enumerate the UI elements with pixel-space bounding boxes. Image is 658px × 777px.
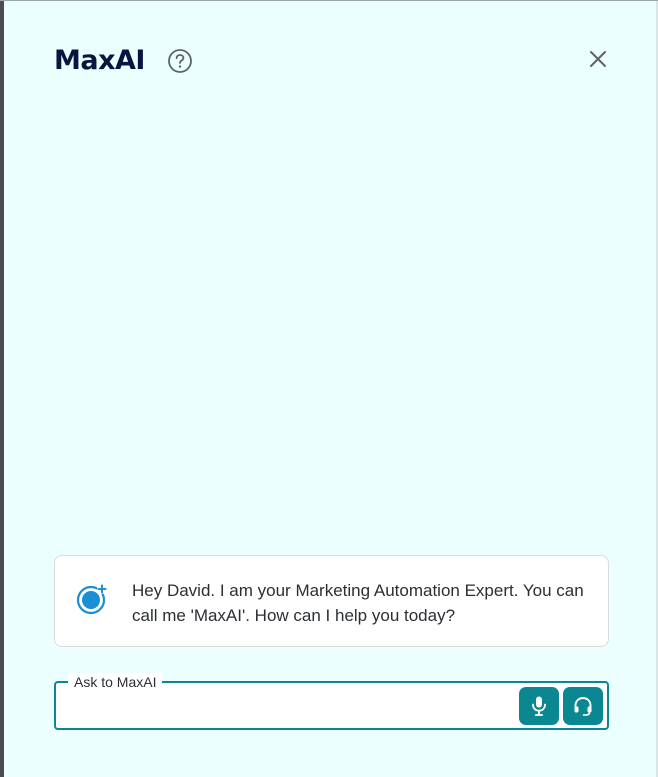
bot-avatar-icon [76,584,107,615]
left-rail [0,1,4,777]
bot-message-card: Hey David. I am your Marketing Automatio… [54,555,609,647]
close-button[interactable] [586,47,610,71]
bot-message-text: Hey David. I am your Marketing Automatio… [132,581,584,625]
maxai-panel: MaxAI Hey David. I am your Marketing Aut… [0,0,658,777]
help-button[interactable] [167,48,193,74]
panel-header: MaxAI [54,45,193,76]
close-icon [590,51,606,67]
live-agent-button[interactable] [563,687,603,725]
headset-icon [574,697,592,716]
chat-input[interactable] [66,689,516,722]
panel-title: MaxAI [54,45,145,76]
microphone-icon [532,696,546,716]
microphone-button[interactable] [519,687,559,725]
chat-input-field: Ask to MaxAI [54,673,609,730]
help-circle-icon [168,48,192,73]
